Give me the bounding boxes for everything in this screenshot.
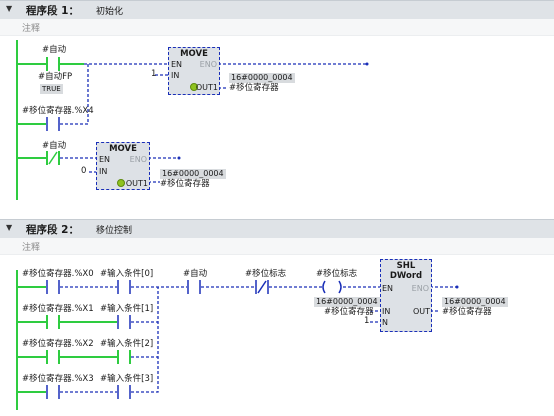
move-1-out-tag[interactable]: #移位寄存器 [229,83,279,93]
pin-n: N [382,318,388,327]
tag-flag-n[interactable]: #移位标志 [245,269,286,279]
move-1-in-value[interactable]: 1 [151,69,156,79]
tag-auto-fp[interactable]: #自动FP [38,72,72,82]
move-block-2-title: MOVE [109,144,137,154]
shl-out-tag[interactable]: #移位寄存器 [442,307,492,317]
pin-en: EN [99,155,111,164]
contact-x0[interactable] [46,280,60,294]
contact-x3[interactable] [46,385,60,399]
move-block-1[interactable]: MOVE EN ENO IN OUT1 [168,47,220,95]
move-1-out-value: 16#0000_0004 [229,73,295,83]
coil-flag-p[interactable] [322,280,342,294]
tag-shift-x4[interactable]: #移位寄存器.%X4 [22,106,94,116]
pin-in: IN [382,307,391,316]
contact-auto-2[interactable] [187,280,201,294]
shl-in-value: 16#0000_0004 [314,297,380,307]
contact-c0[interactable] [117,280,131,294]
tag-auto-neg[interactable]: #自动 [42,141,66,151]
contact-auto-neg[interactable] [46,151,60,165]
tag-c3[interactable]: #输入条件[3] [100,374,153,384]
tag-x1[interactable]: #移位寄存器.%X1 [22,304,94,314]
move-2-in-value[interactable]: 0 [81,166,86,176]
contact-auto-p[interactable] [46,57,60,71]
pin-eno: ENO [411,284,429,293]
tag-c1[interactable]: #输入条件[1] [100,304,153,314]
pin-in: IN [171,71,180,80]
pin-out1: OUT1 [195,83,218,92]
contact-x2[interactable] [46,350,60,364]
shl-block[interactable]: SHL DWord EN ENO IN OUT N [380,259,432,332]
pin-eno: ENO [129,155,147,164]
shl-subtitle: DWord [389,271,423,281]
shl-n-value[interactable]: 1 [364,316,369,326]
shl-title: SHL [396,261,416,271]
pin-eno: ENO [199,60,217,69]
tag-flag-p[interactable]: #移位标志 [316,269,357,279]
shl-out-value: 16#0000_0004 [442,297,508,307]
pin-in: IN [99,167,108,176]
pin-en: EN [171,60,183,69]
tag-x3[interactable]: #移位寄存器.%X3 [22,374,94,384]
contact-shift-x4[interactable] [46,117,60,131]
move-block-2[interactable]: MOVE EN ENO IN OUT1 [96,142,150,190]
contact-c2[interactable] [117,350,131,364]
contact-c1[interactable] [117,315,131,329]
pin-out: OUT [412,307,430,316]
contact-x1[interactable] [46,315,60,329]
pin-out1: OUT1 [125,179,148,188]
ladder-wires [16,40,459,410]
tag-c0[interactable]: #输入条件[0] [100,269,153,279]
tag-x2[interactable]: #移位寄存器.%X2 [22,339,94,349]
move-2-out-tag[interactable]: #移位寄存器 [160,179,210,189]
auto-fp-value: TRUE [40,84,63,94]
move-2-out-value: 16#0000_0004 [160,169,226,179]
pin-en: EN [382,284,394,293]
tag-auto-p[interactable]: #自动 [42,45,66,55]
tag-x0[interactable]: #移位寄存器.%X0 [22,269,94,279]
move-block-1-title: MOVE [180,49,208,59]
contact-c3[interactable] [117,385,131,399]
contact-flag-n[interactable] [255,280,269,294]
status-ok-icon [117,179,125,187]
tag-auto[interactable]: #自动 [183,269,207,279]
tag-c2[interactable]: #输入条件[2] [100,339,153,349]
